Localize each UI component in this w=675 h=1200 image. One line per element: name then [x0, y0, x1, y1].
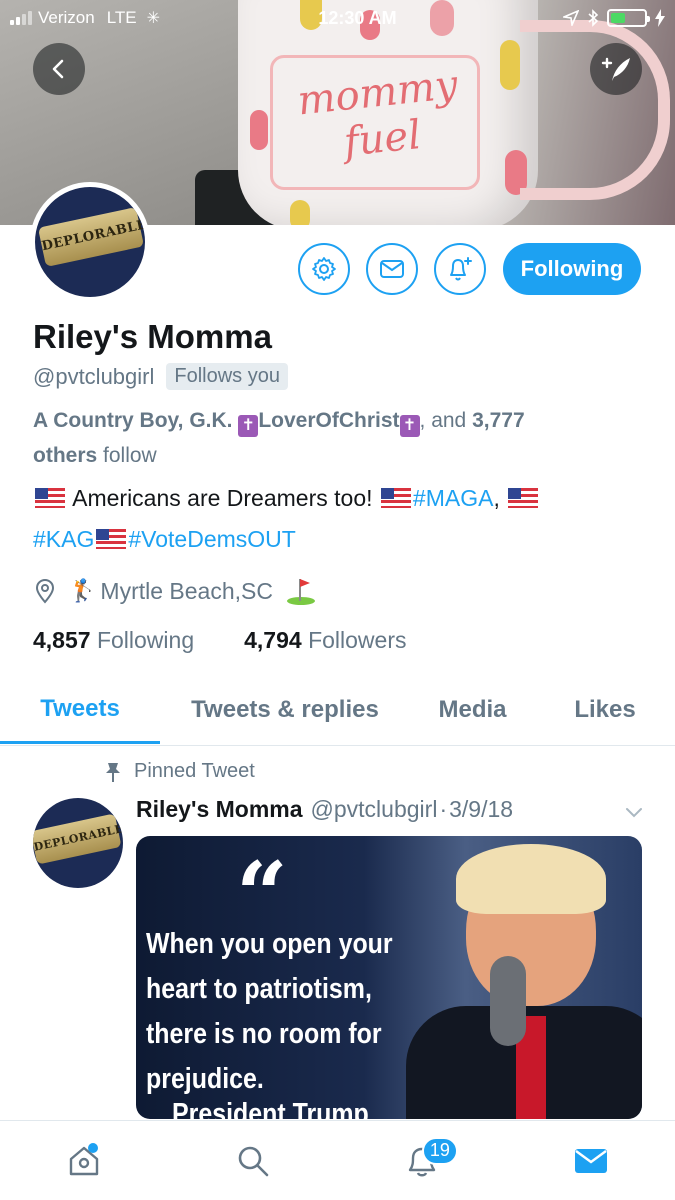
- avatar-pin-text: DEPLORABLE: [37, 207, 145, 267]
- follows-you-badge: Follows you: [166, 363, 288, 390]
- mug-dot: [290, 200, 310, 225]
- nav-home[interactable]: [54, 1131, 114, 1191]
- bluetooth-icon: [588, 9, 599, 27]
- mug-dot: [250, 110, 268, 150]
- status-bar: Verizon LTE ✳ 12:30 AM: [0, 0, 675, 36]
- carrier-label: Verizon: [38, 8, 95, 27]
- followers-label: Followers: [308, 627, 407, 653]
- followed-by-others: others: [33, 444, 98, 467]
- search-icon: [238, 1146, 269, 1176]
- image-attribution: President Trump: [172, 1098, 369, 1119]
- following-label: Following: [96, 627, 195, 653]
- us-flag-icon: [35, 488, 65, 508]
- bio-text: Americans are Dreamers too!: [67, 485, 379, 511]
- bio-comma: ,: [493, 485, 507, 511]
- followed-by-connector: , and: [419, 409, 473, 432]
- back-button[interactable]: [33, 43, 85, 95]
- following-count-link[interactable]: 4,857 Following: [33, 627, 194, 654]
- tab-tweets-and-replies[interactable]: Tweets & replies: [160, 676, 410, 744]
- loading-spinner-icon: ✳: [146, 10, 161, 27]
- signal-icon: [10, 11, 32, 25]
- battery-icon: [607, 9, 650, 27]
- follow-counts: 4,857 Following 4,794 Followers: [33, 627, 406, 654]
- tweet-separator: ·: [439, 796, 448, 822]
- tweet-avatar-pin-text: DEPLORABLE: [33, 813, 123, 865]
- followed-by-suffix: follow: [97, 444, 157, 467]
- status-time: 12:30 AM: [318, 7, 397, 28]
- mug-dot: [500, 40, 520, 90]
- charging-icon: [655, 9, 665, 27]
- location-text: Myrtle Beach,SC: [100, 577, 273, 604]
- home-new-dot: [88, 1142, 99, 1153]
- hashtag-maga[interactable]: #MAGA: [413, 485, 494, 511]
- us-flag-icon: [96, 529, 127, 549]
- followers-count: 4,794: [244, 627, 302, 653]
- followed-by-names: A Country Boy, G.K.: [33, 409, 239, 432]
- location-arrow-icon: [563, 10, 579, 26]
- tweet-author-name[interactable]: Riley's Momma: [136, 796, 303, 823]
- followed-by-name-2: LoverOfChrist: [258, 409, 400, 432]
- following-button[interactable]: Following: [503, 243, 641, 295]
- tweet-author-handle[interactable]: @pvtclubgirl: [311, 796, 438, 823]
- bell-plus-icon: [450, 257, 472, 281]
- handle-row: @pvtclubgirl Follows you: [33, 363, 288, 390]
- notifications-toggle-button[interactable]: [434, 243, 486, 295]
- tweet-author-avatar[interactable]: DEPLORABLE: [33, 798, 123, 888]
- envelope-icon: [574, 1148, 607, 1173]
- profile-name: Riley's Momma: [33, 318, 272, 355]
- chevron-down-icon[interactable]: [622, 800, 646, 824]
- pin-icon: [106, 762, 120, 782]
- tab-media[interactable]: Media: [410, 676, 535, 744]
- profile-location: 🏌 Myrtle Beach,SC: [33, 576, 317, 606]
- compose-tweet-icon: [601, 57, 630, 81]
- pinned-text: Pinned Tweet: [134, 760, 255, 782]
- us-flag-icon: [508, 488, 539, 508]
- back-arrow-icon: [52, 59, 64, 79]
- location-pin-icon: [35, 578, 55, 604]
- tab-likes[interactable]: Likes: [535, 676, 675, 744]
- tweet-header: Riley's Momma @pvtclubgirl · 3/9/18: [136, 796, 513, 823]
- profile-tabs: Tweets Tweets & replies Media Likes: [0, 676, 675, 746]
- speaker-figure: [406, 844, 642, 1119]
- tab-tweets[interactable]: Tweets: [0, 676, 160, 744]
- settings-button[interactable]: [298, 243, 350, 295]
- profile-bio: Americans are Dreamers too! #MAGA, #KAG #…: [33, 478, 653, 560]
- us-flag-icon: [380, 488, 411, 508]
- hashtag-votedemsout[interactable]: #VoteDemsOUT: [128, 526, 295, 552]
- image-quote-text: When you open your heart to patriotism, …: [146, 928, 393, 1095]
- followers-count-link[interactable]: 4,794 Followers: [244, 627, 406, 654]
- nav-search[interactable]: [223, 1131, 283, 1191]
- tweet-image[interactable]: “ When you open your heart to patriotism…: [136, 836, 642, 1119]
- compose-tweet-button[interactable]: [590, 43, 642, 95]
- nav-notifications[interactable]: 19: [392, 1131, 458, 1191]
- mug-handle: [520, 20, 670, 200]
- notifications-badge: 19: [421, 1136, 458, 1165]
- mail-icon: [380, 260, 404, 278]
- message-button[interactable]: [366, 243, 418, 295]
- pinned-tweet-label: Pinned Tweet: [104, 760, 255, 783]
- bottom-nav: 19: [0, 1120, 675, 1200]
- following-count: 4,857: [33, 627, 91, 653]
- network-label: LTE: [106, 8, 137, 27]
- nav-messages[interactable]: [561, 1131, 621, 1191]
- gear-icon: [312, 257, 336, 281]
- followed-by-text[interactable]: A Country Boy, G.K. ✝ LoverOfChrist ✝, and…: [33, 403, 643, 473]
- cross-emoji-icon: ✝: [399, 415, 420, 437]
- cross-emoji-icon: ✝: [238, 415, 259, 437]
- hashtag-kag[interactable]: #KAG: [33, 526, 94, 552]
- followed-by-count: 3,777: [472, 409, 525, 432]
- golf-flag-icon: [286, 579, 315, 605]
- profile-handle: @pvtclubgirl: [33, 363, 155, 389]
- profile-avatar[interactable]: DEPLORABLE: [30, 182, 150, 302]
- tweet-date: 3/9/18: [449, 796, 514, 822]
- golfer-emoji-icon: 🏌: [69, 578, 97, 603]
